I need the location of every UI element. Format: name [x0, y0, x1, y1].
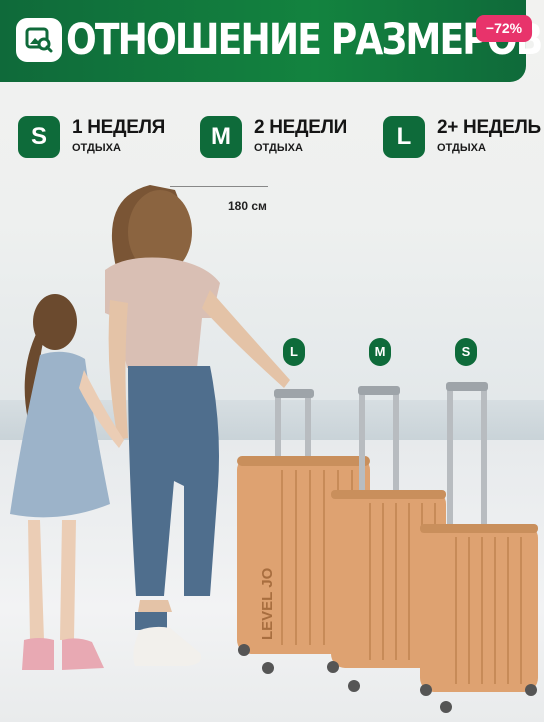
size-subtitle: ОТДЫХА	[437, 142, 486, 154]
size-subtitle: ОТДЫХА	[254, 142, 303, 154]
size-badge: S	[18, 116, 60, 158]
suitcase-tag-small: S	[455, 338, 477, 366]
app-icon	[16, 18, 62, 62]
image-search-icon	[25, 27, 53, 53]
size-title: 2 НЕДЕЛИ	[254, 117, 348, 138]
size-title: 2+ НЕДЕЛЬ	[437, 117, 541, 138]
height-label: 180 см	[228, 199, 267, 213]
title-banner: ОТНОШЕНИЕ РАЗМЕРОВ	[0, 0, 543, 82]
size-badge: L	[383, 116, 425, 158]
size-title: 1 НЕДЕЛЯ	[72, 117, 166, 138]
discount-badge: −72%	[476, 15, 532, 42]
product-image: LEVEL JO L M S 180 см	[0, 0, 544, 722]
suitcase-tag-large: L	[283, 338, 305, 366]
size-subtitle: ОТДЫХА	[72, 142, 121, 154]
size-badge: M	[200, 116, 242, 158]
suitcase-small	[420, 382, 538, 713]
height-marker-line	[170, 186, 268, 187]
page-title: ОТНОШЕНИЕ РАЗМЕРОВ	[66, 15, 543, 65]
brand-text: LEVEL JO	[259, 567, 276, 640]
suitcase-tag-medium: M	[369, 338, 391, 366]
